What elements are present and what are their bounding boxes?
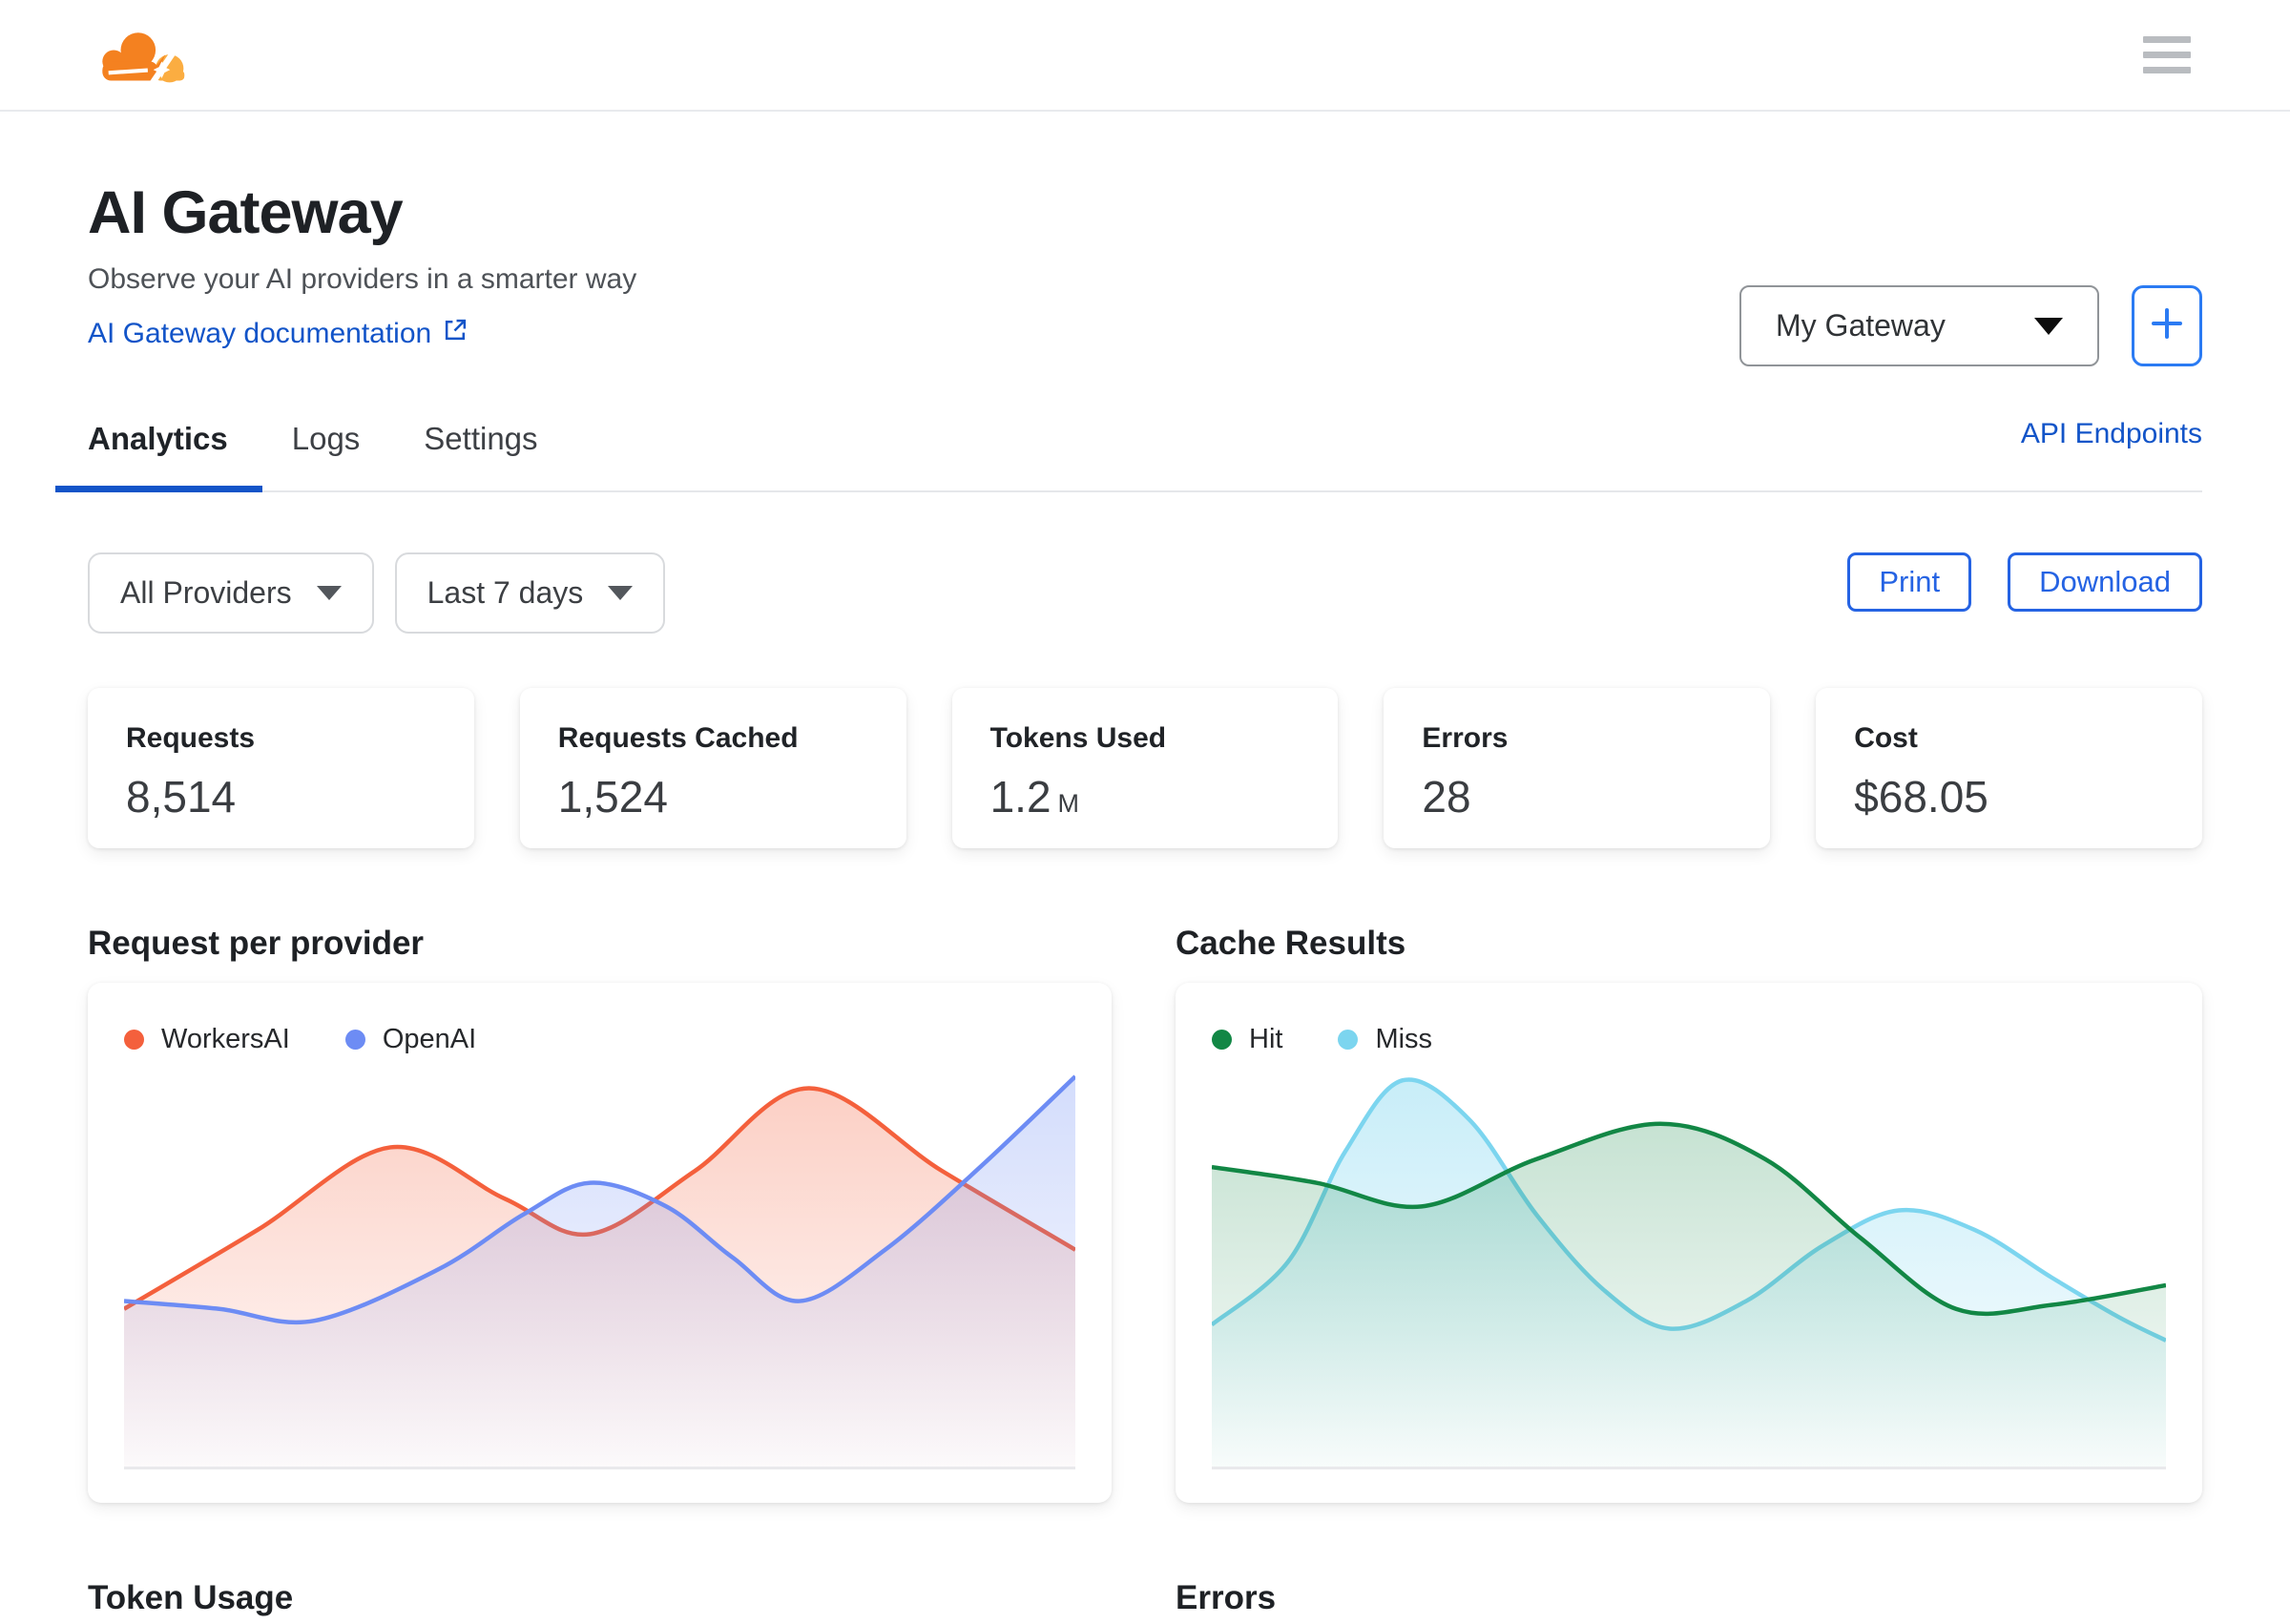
stat-card-requests-cached: Requests Cached 1,524 [519,688,906,849]
charts-section: Request per provider WorkersAI OpenAI Ca… [88,925,2202,1504]
hamburger-bar [2143,67,2191,73]
caret-down-icon [608,586,634,601]
page-content: AI Gateway Observe your AI providers in … [0,112,2290,1617]
stat-value: 8,514 [126,772,237,822]
stat-label: Tokens Used [989,722,1167,755]
filter-dropdowns: All Providers Last 7 days [88,552,666,635]
requests-chart-plot[interactable] [124,1072,1075,1470]
legend-item-workersai: WorkersAI [124,1024,290,1055]
page-title: AI Gateway [88,179,404,246]
stat-value: $68.05 [1854,772,1988,822]
legend-dot-icon [344,1029,365,1050]
errors-chart-title: Errors [1176,1579,1277,1617]
cloudflare-logo-icon[interactable] [95,26,187,85]
legend-dot-icon [1338,1029,1359,1050]
stat-card-errors: Errors 28 [1384,688,1771,849]
caret-down-icon [316,586,342,601]
documentation-link[interactable]: AI Gateway documentation [88,317,468,350]
legend-item-openai: OpenAI [344,1024,476,1055]
legend-item-miss: Miss [1338,1024,1432,1055]
hamburger-menu-icon[interactable] [2143,28,2191,82]
cache-chart-plot[interactable] [1212,1072,2166,1470]
gateway-select[interactable]: My Gateway [1739,285,2099,366]
gateway-controls: My Gateway [1739,285,2202,366]
legend-dot-icon [1212,1029,1232,1050]
tab-logs[interactable]: Logs [292,402,361,490]
documentation-link-label: AI Gateway documentation [88,317,432,349]
providers-filter-value: All Providers [120,575,292,611]
add-gateway-button[interactable] [2132,285,2202,366]
filter-row: All Providers Last 7 days Print Download [88,552,2202,635]
hamburger-bar [2143,52,2191,58]
requests-chart-legend: WorkersAI OpenAI [124,1017,1075,1061]
top-navigation-bar [0,0,2290,112]
action-buttons: Print Download [1847,552,2202,613]
stat-label: Cost [1854,722,1918,755]
requests-chart-title: Request per provider [88,925,425,963]
stat-value: 1.2 M [989,772,1080,822]
stat-value: 28 [1422,772,1471,822]
hamburger-bar [2143,36,2191,43]
cache-chart-legend: Hit Miss [1212,1017,2166,1061]
stat-label: Requests [126,722,256,755]
bottom-sections: Token Usage Errors [88,1579,2202,1617]
legend-item-hit: Hit [1212,1024,1282,1055]
gateway-select-value: My Gateway [1776,308,1946,343]
cache-results-section: Cache Results Hit Miss [1176,925,2202,1504]
requests-chart-card: WorkersAI OpenAI [88,983,1112,1504]
download-button[interactable]: Download [2008,552,2202,613]
stat-label: Errors [1422,722,1509,755]
legend-dot-icon [124,1029,144,1050]
providers-filter-dropdown[interactable]: All Providers [88,552,374,635]
print-button[interactable]: Print [1847,552,1972,613]
page-header: AI Gateway Observe your AI providers in … [88,112,2202,366]
tab-analytics[interactable]: Analytics [55,402,262,493]
external-link-icon [443,317,468,350]
stat-card-requests: Requests 8,514 [88,688,474,849]
date-range-filter-value: Last 7 days [427,575,584,611]
token-usage-title: Token Usage [88,1579,294,1617]
stat-card-tokens-used: Tokens Used 1.2 M [951,688,1339,849]
date-range-filter-dropdown[interactable]: Last 7 days [394,552,666,635]
caret-down-icon [2034,317,2063,335]
cache-chart-title: Cache Results [1176,925,1406,963]
tab-bar: Analytics Logs Settings API Endpoints [55,402,2202,493]
tab-settings[interactable]: Settings [424,402,537,490]
stat-label: Requests Cached [557,722,799,755]
stat-card-cost: Cost $68.05 [1816,688,2202,849]
stat-value: 1,524 [557,772,668,822]
cache-chart-card: Hit Miss [1176,983,2202,1504]
stats-row: Requests 8,514 Requests Cached 1,524 Tok… [88,688,2202,849]
plus-icon [2147,303,2187,348]
api-endpoints-link[interactable]: API Endpoints [2021,418,2202,450]
requests-per-provider-section: Request per provider WorkersAI OpenAI [88,925,1112,1504]
